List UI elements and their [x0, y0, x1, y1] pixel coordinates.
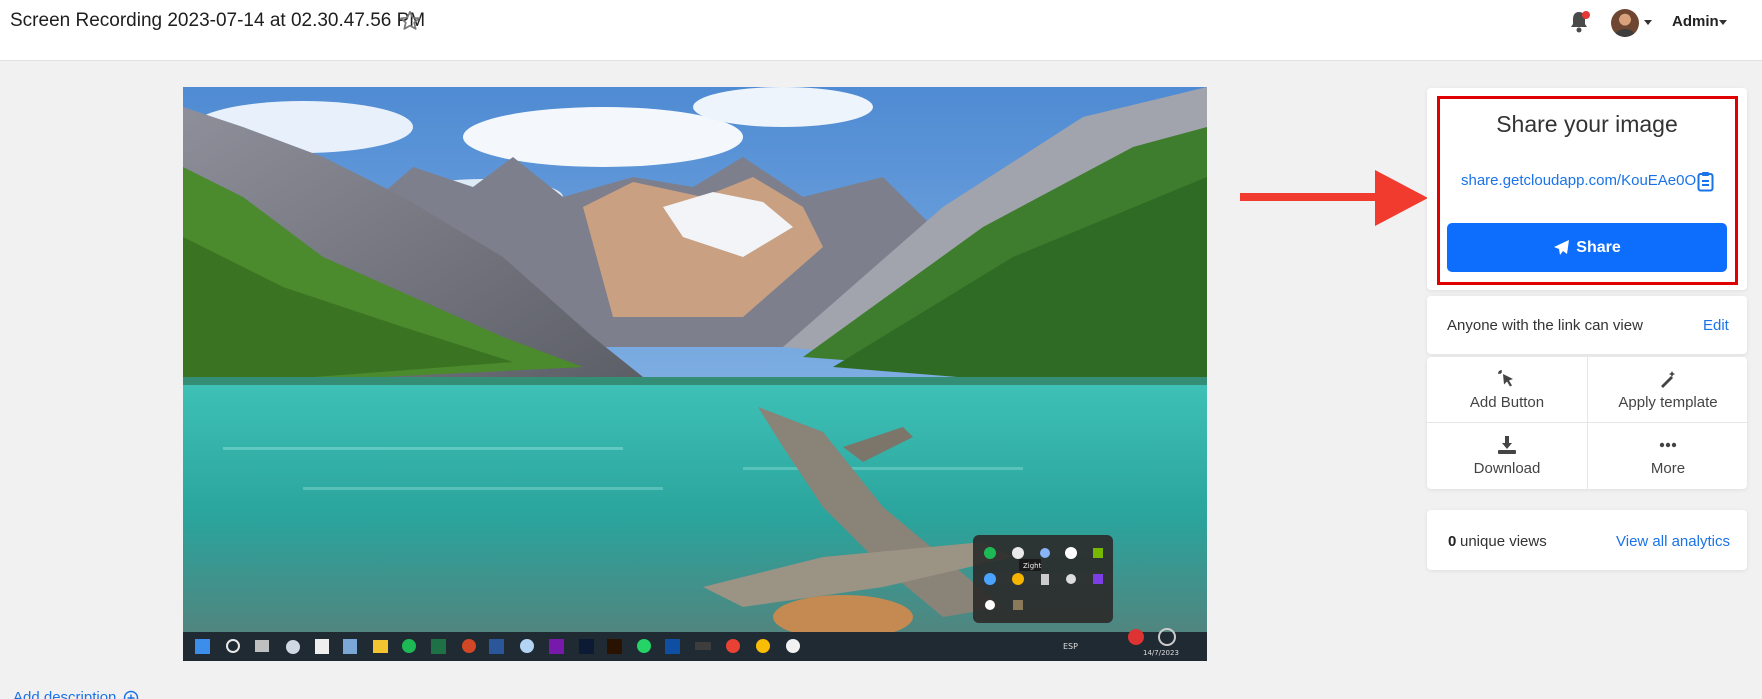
share-link[interactable]: share.getcloudapp.com/KouEAe0O — [1461, 172, 1696, 189]
add-description-link[interactable]: Add description — [13, 689, 116, 699]
apply-template-action[interactable]: Apply template — [1588, 357, 1748, 422]
permission-text: Anyone with the link can view — [1447, 317, 1643, 334]
more-action[interactable]: More — [1588, 423, 1748, 488]
notification-dot — [1582, 11, 1590, 19]
share-heading: Share your image — [1496, 111, 1678, 137]
clipboard-icon[interactable] — [1697, 171, 1714, 192]
more-dots-icon — [1659, 442, 1677, 448]
landscape-image: Zight ESP 14/7/2023 — [183, 87, 1207, 661]
views-count: 0 — [1448, 533, 1457, 550]
download-icon — [1498, 436, 1516, 454]
edit-permission-link[interactable]: Edit — [1703, 317, 1729, 334]
user-menu-caret-icon[interactable] — [1719, 20, 1727, 25]
cursor-click-icon — [1498, 370, 1513, 387]
views-label: unique views — [1460, 533, 1547, 550]
download-label: Download — [1473, 460, 1541, 477]
download-action[interactable]: Download — [1427, 423, 1587, 488]
taskbar-language: ESP — [1063, 642, 1078, 651]
media-preview[interactable]: Zight ESP 14/7/2023 — [183, 87, 1207, 661]
add-button-action[interactable]: Add Button — [1427, 357, 1587, 422]
avatar[interactable] — [1611, 9, 1639, 37]
share-button-label: Share — [1576, 238, 1621, 256]
user-menu[interactable]: Admin — [1672, 13, 1719, 30]
taskbar-date: 14/7/2023 — [1143, 649, 1179, 657]
send-icon — [1554, 240, 1570, 255]
share-button[interactable]: Share — [1447, 223, 1727, 272]
star-icon[interactable] — [398, 9, 422, 33]
more-label: More — [1650, 460, 1686, 477]
pointer-arrow-icon — [1240, 170, 1428, 226]
page-title: Screen Recording 2023-07-14 at 02.30.47.… — [10, 10, 426, 31]
magic-wand-icon — [1661, 371, 1675, 388]
add-button-label: Add Button — [1469, 394, 1545, 411]
view-analytics-link[interactable]: View all analytics — [1616, 533, 1730, 550]
avatar-caret-icon[interactable] — [1644, 20, 1652, 25]
tray-tooltip: Zight — [1023, 562, 1042, 570]
plus-circle-icon[interactable] — [123, 690, 139, 699]
apply-template-label: Apply template — [1618, 394, 1718, 411]
